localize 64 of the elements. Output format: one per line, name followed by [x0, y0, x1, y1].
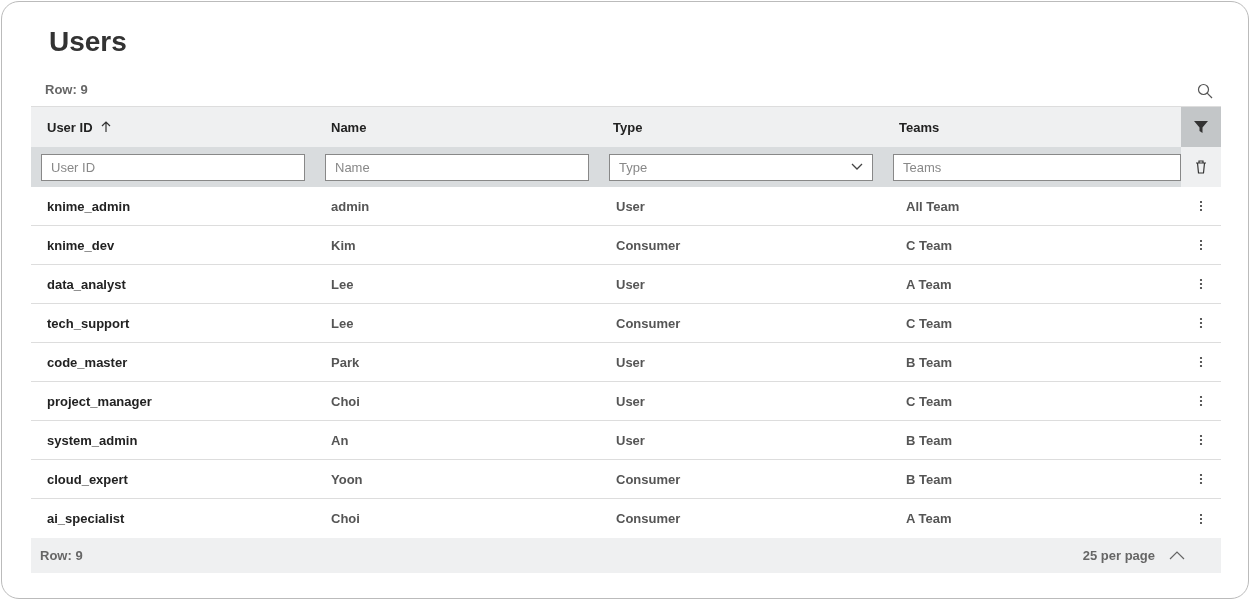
filter-icon [1194, 120, 1208, 134]
table-cell-text: Choi [330, 510, 361, 528]
table-cell-text: ai_specialist [46, 510, 126, 528]
filter-input-field[interactable]: Teams [893, 153, 1181, 181]
table-cell-text: system_admin [46, 431, 139, 450]
table-cell-text: All Team [905, 197, 961, 216]
sort-arrow-icon [100, 121, 111, 133]
table-cell-text: tech_support [46, 314, 131, 333]
table-cell-text: Consumer [615, 236, 682, 255]
table-cell-text: Yoon [330, 470, 364, 489]
table-cell-text: B Team [905, 353, 953, 372]
table-cell-text: A Team [905, 275, 953, 294]
table-cell-text: User [615, 197, 646, 216]
table-cell-text: Lee [330, 314, 355, 333]
more-options-icon[interactable] [1199, 473, 1203, 485]
row-count: Row: 9 [44, 81, 88, 97]
table-cell-text: Choi [330, 392, 361, 411]
chevron-down-icon [851, 163, 863, 171]
column-header[interactable]: Name [315, 107, 599, 147]
filter-input-field[interactable]: Name [325, 153, 589, 181]
more-options-icon[interactable] [1199, 278, 1203, 290]
table-cell-text: Kim [330, 236, 357, 255]
table-cell-text: code_master [46, 353, 129, 372]
column-header[interactable]: Type [599, 107, 883, 147]
table-cell-text: B Team [905, 431, 953, 450]
type-filter-dropdown[interactable]: Type [609, 153, 873, 181]
table-cell-text: knime_admin [46, 197, 132, 216]
more-options-icon[interactable] [1199, 200, 1203, 212]
table-cell-text: User [615, 275, 646, 294]
table-cell-text: B Team [905, 470, 953, 489]
row-count: Row: 9 [39, 548, 83, 563]
column-header[interactable]: User ID [31, 107, 315, 147]
more-options-icon[interactable] [1199, 317, 1203, 329]
table-cell-text: Consumer [615, 470, 682, 489]
table-cell-text: User [615, 353, 646, 372]
more-options-icon[interactable] [1199, 356, 1203, 368]
table-cell-text: Consumer [615, 314, 682, 333]
table-cell-text: admin [330, 197, 371, 216]
table-cell-text: knime_dev [46, 236, 116, 255]
trash-icon[interactable] [1195, 160, 1207, 174]
table-cell-text: User [615, 392, 646, 411]
more-options-icon[interactable] [1199, 434, 1203, 446]
table-cell-text: cloud_expert [46, 470, 129, 489]
table-cell-text: User [615, 431, 646, 450]
more-options-icon[interactable] [1199, 395, 1203, 407]
table-cell-text: A Team [905, 510, 953, 528]
more-options-icon[interactable] [1199, 512, 1203, 525]
table-cell-text: data_analyst [46, 275, 127, 294]
column-header[interactable]: Teams [883, 107, 1181, 147]
table-cell-text: project_manager [46, 392, 153, 411]
filter-toggle-button[interactable] [1181, 107, 1221, 147]
table-cell-text: Lee [330, 275, 355, 294]
table-cell-text: Park [330, 353, 361, 372]
table-cell-text: C Team [905, 314, 953, 333]
table-cell-text: Consumer [615, 510, 682, 528]
per-page-label: 25 per page [1081, 548, 1155, 563]
more-options-icon[interactable] [1199, 239, 1203, 251]
search-icon[interactable] [1197, 83, 1213, 99]
table-cell-text: C Team [905, 392, 953, 411]
table-cell-text: An [330, 431, 350, 450]
page-title: Users [49, 26, 128, 59]
table-cell-text: C Team [905, 236, 953, 255]
filter-input-field[interactable]: User ID [41, 153, 305, 181]
chevron-up-icon[interactable] [1169, 551, 1185, 560]
